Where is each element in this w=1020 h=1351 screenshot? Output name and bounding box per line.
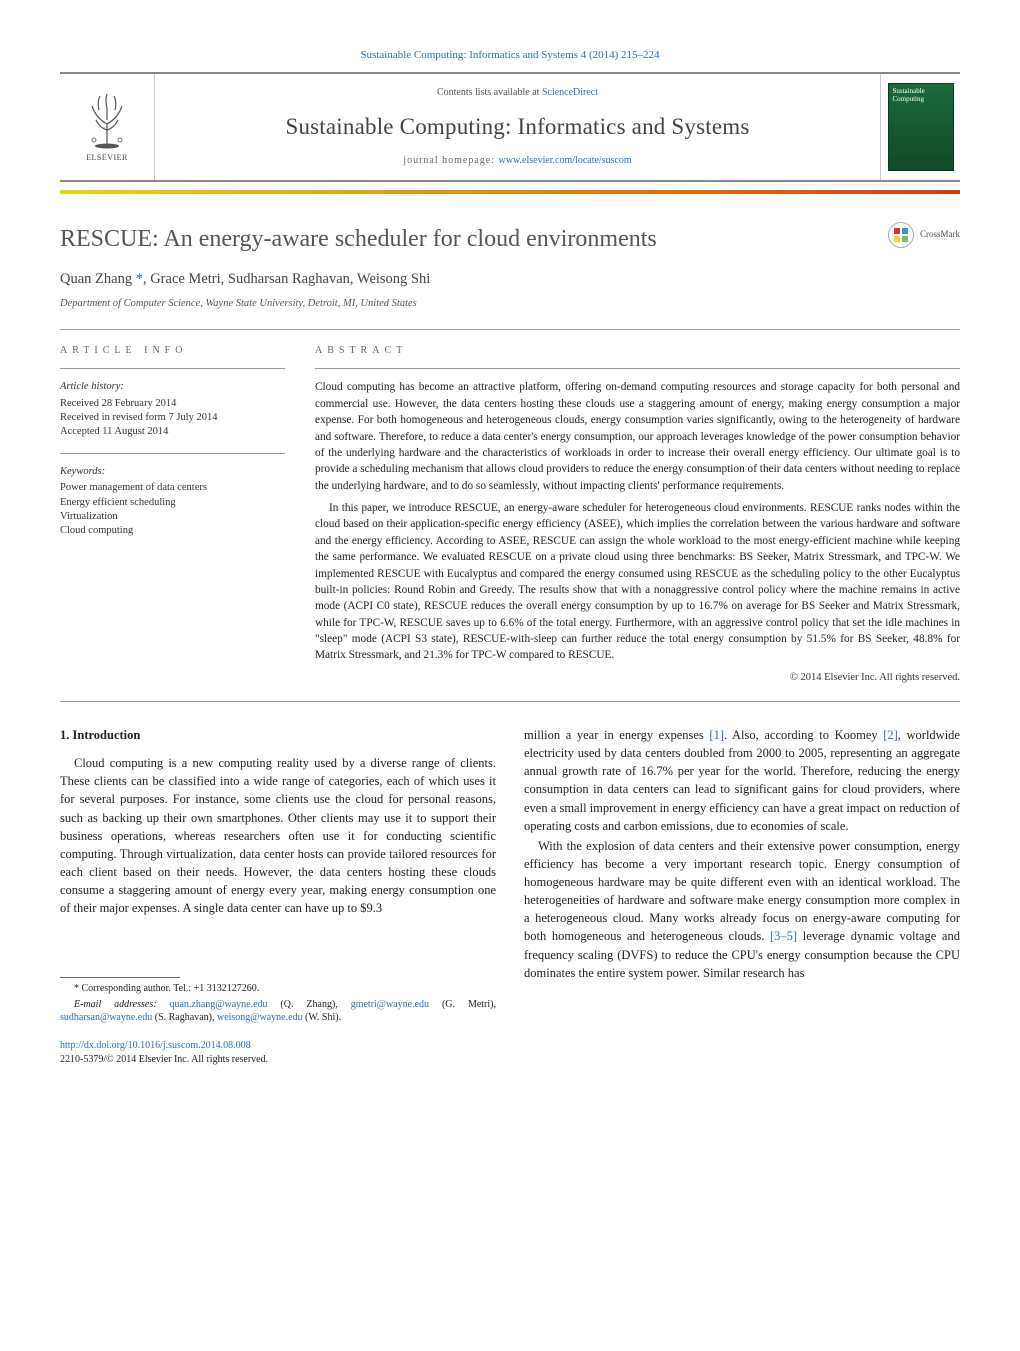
keywords-block: Keywords: Power management of data cente… <box>60 464 285 538</box>
email-link[interactable]: weisong@wayne.edu <box>217 1012 303 1023</box>
email-attribution: (S. Raghavan) <box>152 1012 212 1023</box>
crossmark-icon <box>888 222 914 248</box>
homepage-prefix: journal homepage: <box>403 155 498 166</box>
citation-link[interactable]: [3–5] <box>770 929 797 943</box>
crossmark-label: CrossMark <box>920 228 960 241</box>
footnote-rule <box>60 977 180 978</box>
email-attribution: (G. Metri) <box>429 999 493 1010</box>
author-name: Quan Zhang <box>60 271 132 287</box>
email-addresses: E-mail addresses: quan.zhang@wayne.edu (… <box>60 998 496 1025</box>
header-center: Contents lists available at ScienceDirec… <box>155 74 880 180</box>
section-divider <box>60 701 960 702</box>
body-paragraph: With the explosion of data centers and t… <box>524 837 960 982</box>
crossmark-badge[interactable]: CrossMark <box>888 222 960 248</box>
abstract-copyright: © 2014 Elsevier Inc. All rights reserved… <box>315 670 960 685</box>
abstract-column: ABSTRACT Cloud computing has become an a… <box>315 344 960 685</box>
cover-title-text: Sustainable Computing <box>893 88 949 103</box>
cover-thumbnail: Sustainable Computing <box>888 83 954 171</box>
info-divider <box>60 368 285 369</box>
article-info-heading: ARTICLE INFO <box>60 344 285 359</box>
email-attribution: (Q. Zhang) <box>268 999 336 1010</box>
abstract-paragraph: In this paper, we introduce RESCUE, an e… <box>315 500 960 664</box>
corresponding-author-note: * Corresponding author. Tel.: +1 3132127… <box>60 982 496 996</box>
author-name: Grace Metri <box>150 271 220 287</box>
contents-available: Contents lists available at ScienceDirec… <box>437 86 598 101</box>
article-title: RESCUE: An energy-aware scheduler for cl… <box>60 222 657 257</box>
journal-homepage: journal homepage: www.elsevier.com/locat… <box>403 154 631 169</box>
body-text: million a year in energy expenses <box>524 728 709 742</box>
keyword: Power management of data centers <box>60 481 285 495</box>
author-name: Weisong Shi <box>357 271 430 287</box>
history-label: Article history: <box>60 379 285 394</box>
section-divider <box>60 329 960 330</box>
sciencedirect-link[interactable]: ScienceDirect <box>542 87 598 98</box>
history-line: Received in revised form 7 July 2014 <box>60 411 285 425</box>
body-text: With the explosion of data centers and t… <box>524 839 960 944</box>
article-history: Article history: Received 28 February 20… <box>60 379 285 439</box>
email-label: E-mail addresses: <box>74 999 169 1010</box>
history-line: Accepted 11 August 2014 <box>60 425 285 439</box>
abstract-text: Cloud computing has become an attractive… <box>315 379 960 663</box>
email-link[interactable]: sudharsan@wayne.edu <box>60 1012 152 1023</box>
keywords-label: Keywords: <box>60 464 285 479</box>
body-paragraph: Cloud computing is a new computing reali… <box>60 754 496 917</box>
author-name: Sudharsan Raghavan <box>228 271 350 287</box>
email-attribution: (W. Shi) <box>303 1012 339 1023</box>
journal-header: ELSEVIER Contents lists available at Sci… <box>60 72 960 182</box>
citation-link[interactable]: [1] <box>709 728 724 742</box>
body-text: . Also, according to Koomey <box>724 728 883 742</box>
body-paragraph: million a year in energy expenses [1]. A… <box>524 726 960 835</box>
body-columns: 1. Introduction Cloud computing is a new… <box>60 726 960 1068</box>
elsevier-tree-icon <box>72 90 142 150</box>
publisher-logo: ELSEVIER <box>60 74 155 180</box>
body-text: , worldwide electricity used by data cen… <box>524 728 960 833</box>
publisher-name: ELSEVIER <box>86 152 128 164</box>
doi-link[interactable]: http://dx.doi.org/10.1016/j.suscom.2014.… <box>60 1040 251 1051</box>
contents-prefix: Contents lists available at <box>437 87 542 98</box>
author-list: Quan Zhang *, Grace Metri, Sudharsan Rag… <box>60 269 960 290</box>
corresponding-marker: * <box>132 271 143 287</box>
issn-copyright: 2210-5379/© 2014 Elsevier Inc. All right… <box>60 1053 496 1068</box>
gradient-divider <box>60 190 960 194</box>
citation-link[interactable]: [2] <box>883 728 898 742</box>
homepage-link[interactable]: www.elsevier.com/locate/suscom <box>499 155 632 166</box>
history-line: Received 28 February 2014 <box>60 397 285 411</box>
info-divider <box>60 453 285 454</box>
article-info-column: ARTICLE INFO Article history: Received 2… <box>60 344 285 685</box>
keyword: Energy efficient scheduling <box>60 496 285 510</box>
email-link[interactable]: quan.zhang@wayne.edu <box>169 999 267 1010</box>
footnote-block: * Corresponding author. Tel.: +1 3132127… <box>60 977 496 1068</box>
email-link[interactable]: gmetri@wayne.edu <box>351 999 429 1010</box>
journal-cover: Sustainable Computing <box>880 74 960 180</box>
keyword: Cloud computing <box>60 524 285 538</box>
abstract-paragraph: Cloud computing has become an attractive… <box>315 379 960 494</box>
keyword: Virtualization <box>60 510 285 524</box>
abstract-heading: ABSTRACT <box>315 344 960 359</box>
journal-reference: Sustainable Computing: Informatics and S… <box>60 48 960 64</box>
journal-title: Sustainable Computing: Informatics and S… <box>285 110 749 143</box>
abstract-divider <box>315 368 960 369</box>
section-1-title: 1. Introduction <box>60 726 496 744</box>
affiliation: Department of Computer Science, Wayne St… <box>60 296 960 311</box>
